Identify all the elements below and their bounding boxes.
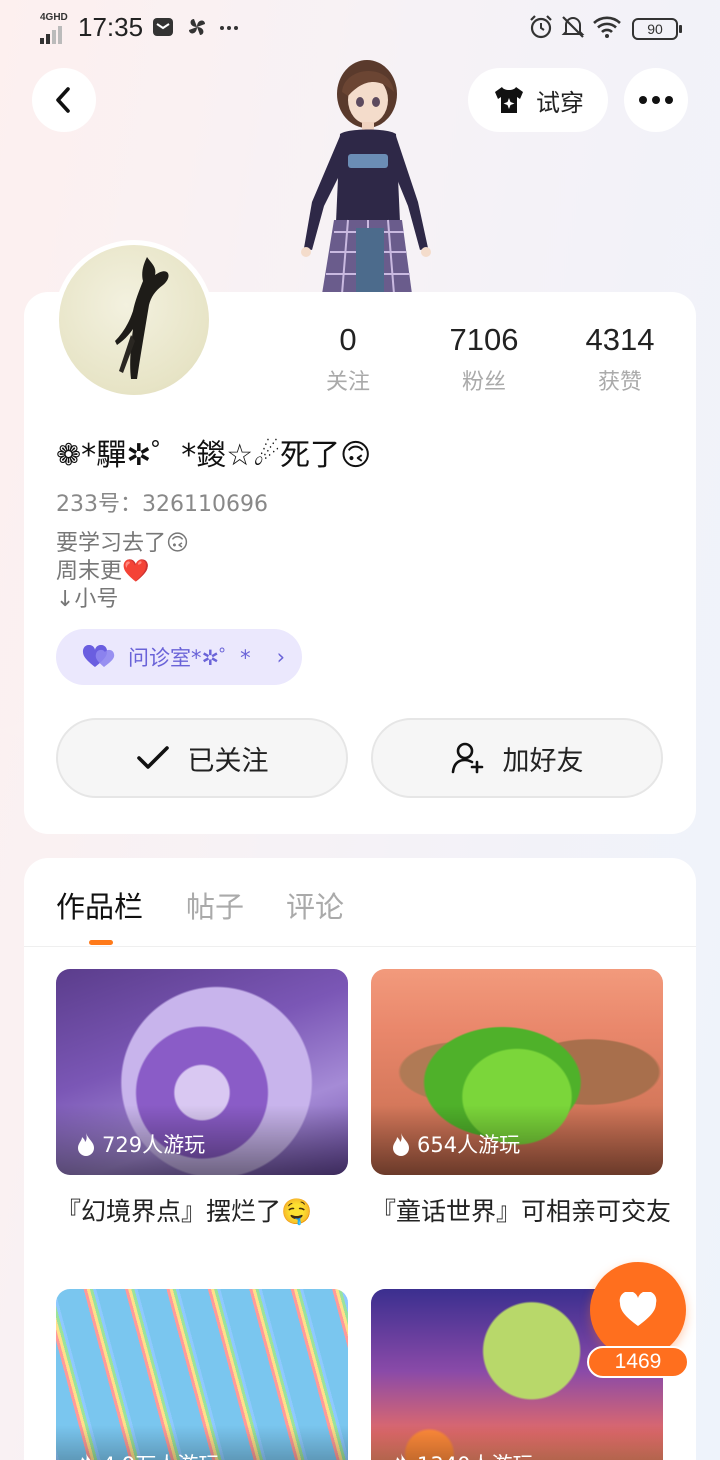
add-friend-button[interactable]: 加好友 [371, 718, 663, 798]
purple-hearts-icon [82, 645, 115, 667]
signal-icon: 4GHD [40, 12, 70, 44]
tab-comments[interactable]: 评论 [286, 884, 344, 926]
pinwheel-app-icon [189, 19, 205, 35]
stat-value: 4314 [585, 322, 655, 357]
stat-value: 7106 [449, 322, 519, 357]
flame-icon [81, 1453, 91, 1460]
like-button[interactable] [590, 1262, 686, 1358]
game-title[interactable]: 『童话世界』可相亲可交友 [371, 1196, 671, 1227]
try-on-label: 试穿 [536, 88, 584, 117]
followed-button[interactable]: 已关注 [56, 718, 348, 798]
avatar[interactable] [54, 240, 214, 400]
alarm-icon [530, 15, 552, 39]
bio-line: 要学习去了🙃 [56, 531, 189, 556]
play-count-text: 729人游玩 [102, 1133, 206, 1157]
flame-icon [393, 1133, 409, 1156]
game-thumbnail[interactable]: 729人游玩 [56, 969, 348, 1175]
stat-likes[interactable]: 4314 获赞 [560, 322, 680, 396]
play-count: 1340人游玩 [391, 1449, 533, 1460]
stat-label: 获赞 [597, 370, 642, 395]
play-count-text: 4.9万人游玩 [102, 1449, 219, 1460]
heart-icon [619, 1292, 657, 1326]
stat-label: 粉丝 [461, 370, 506, 395]
flame-icon [78, 1133, 94, 1156]
divider [24, 946, 696, 947]
mute-bell-icon [561, 16, 585, 38]
more-button[interactable] [624, 68, 688, 132]
tab-posts[interactable]: 帖子 [186, 884, 244, 926]
play-count-text: 1340人游玩 [417, 1449, 533, 1460]
play-count: 4.9万人游玩 [76, 1449, 219, 1460]
add-friend-label: 加好友 [502, 745, 584, 777]
bio-line: ↓小号 [56, 587, 119, 612]
more-notifications-icon [220, 26, 238, 30]
bio-line: 周末更❤️ [56, 559, 150, 584]
stat-label: 关注 [325, 370, 370, 395]
more-dots-icon [639, 96, 673, 104]
try-on-button[interactable]: 试穿 [468, 68, 608, 132]
active-tab-indicator [89, 940, 113, 945]
back-arrow-icon [56, 87, 70, 113]
wifi-icon [593, 16, 621, 38]
play-count: 729人游玩 [76, 1129, 205, 1159]
battery-icon: 90 [632, 18, 682, 40]
status-bar: 4GHD 17:35 90 [0, 0, 720, 56]
chevron-right-icon: › [276, 645, 286, 669]
stat-fans[interactable]: 7106 粉丝 [424, 322, 544, 396]
mail-notification-icon [153, 18, 173, 36]
play-count: 654人游玩 [391, 1129, 520, 1159]
stat-value: 0 [339, 322, 357, 357]
game-thumbnail[interactable]: 654人游玩 [371, 969, 663, 1175]
followed-label: 已关注 [187, 745, 269, 777]
tab-works[interactable]: 作品栏 [56, 884, 143, 926]
club-label: 问诊室*✲゜* [128, 646, 251, 670]
add-person-icon [451, 742, 483, 774]
back-button[interactable] [32, 68, 96, 132]
like-count-badge: 1469 [587, 1346, 689, 1378]
bio: 要学习去了🙃 周末更❤️ ↓小号 [56, 530, 189, 614]
flame-icon [396, 1453, 406, 1460]
checkmark-icon [136, 746, 169, 769]
stat-following[interactable]: 0 关注 [288, 322, 408, 396]
game-title[interactable]: 『幻境界点』摆烂了🤤 [56, 1196, 348, 1227]
character-avatar-3d [301, 60, 431, 294]
game-thumbnail[interactable]: 4.9万人游玩 [56, 1289, 348, 1460]
nickname: ❁*驒✲゜*鍐☆☄死了🙃 [56, 438, 372, 473]
avatar-silhouette-image [115, 257, 169, 379]
club-chip[interactable]: 问诊室*✲゜* › [56, 629, 302, 685]
play-count-text: 654人游玩 [417, 1133, 521, 1157]
user-id[interactable]: 233号：326110696 [56, 486, 268, 518]
tshirt-sparkle-icon [495, 87, 523, 113]
clock: 17:35 [78, 12, 144, 42]
